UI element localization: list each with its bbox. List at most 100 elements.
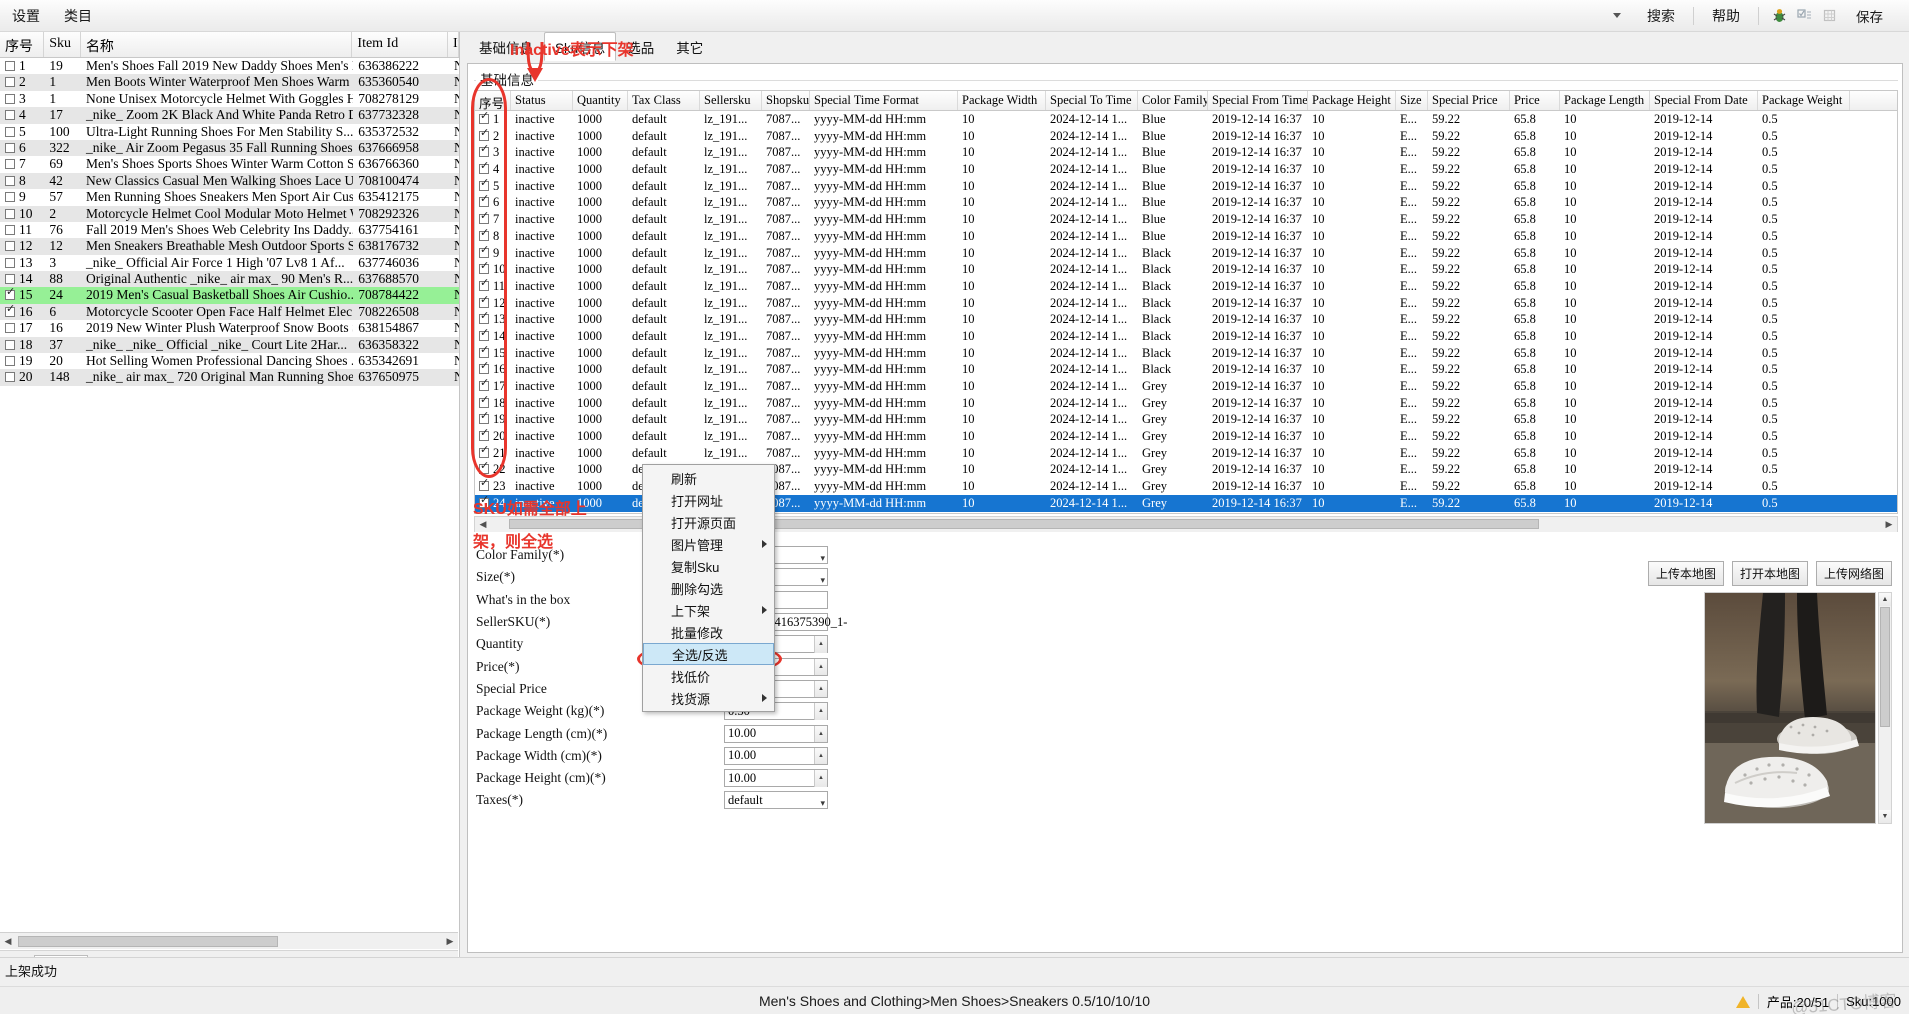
image-button-1[interactable]: 打开本地图: [1731, 561, 1808, 586]
spinner-up-icon[interactable]: ▲: [815, 659, 827, 676]
col-header-seq[interactable]: 序号: [0, 32, 45, 57]
sku-table-row[interactable]: 11 inactive 1000 default lz_191... 7087... yyy…: [475, 278, 1897, 295]
row-seq[interactable]: 16: [0, 304, 44, 320]
col-header-name[interactable]: 名称: [81, 32, 353, 57]
sku-col-header-3[interactable]: Tax Class: [628, 91, 700, 110]
sku-row-checkbox[interactable]: [479, 228, 489, 241]
row-checkbox[interactable]: [5, 224, 15, 235]
row-seq[interactable]: 5: [0, 124, 44, 140]
table-row[interactable]: 14 88 Original Authentic _nike_ air max_ 9…: [0, 271, 459, 288]
sku-table-body[interactable]: 1 inactive 1000 default lz_191... 7087... yyyy…: [475, 111, 1897, 512]
table-row[interactable]: 3 1 None Unisex Motorcycle Helmet With Gog…: [0, 91, 459, 107]
chevron-down-icon[interactable]: ▾: [820, 572, 825, 589]
sku-col-header-4[interactable]: Sellersku: [700, 91, 762, 110]
sku-table-row[interactable]: 9 inactive 1000 default lz_191... 7087... yyyy…: [475, 245, 1897, 262]
sku-table-row[interactable]: 15 inactive 1000 default lz_191... 7087... yyy…: [475, 345, 1897, 362]
row-checkbox[interactable]: [5, 192, 15, 203]
spinner-up-icon[interactable]: ▲: [815, 726, 827, 743]
sku-col-header-15[interactable]: Package Length: [1560, 91, 1650, 110]
sku-table-row[interactable]: 2 inactive 1000 default lz_191... 7087... yyyy…: [475, 128, 1897, 145]
sku-row-checkbox[interactable]: [479, 278, 489, 291]
sku-row-checkbox[interactable]: [479, 295, 489, 308]
sku-row-checkbox[interactable]: [479, 311, 489, 325]
image-button-0[interactable]: 上传本地图: [1647, 561, 1724, 586]
checkbox-list-icon[interactable]: [1794, 6, 1814, 26]
form-spinner-8[interactable]: 10.00 ▲▼: [724, 724, 828, 754]
context-menu-item-4[interactable]: 复制Sku: [643, 555, 774, 577]
table-row[interactable]: 6 322 _nike_ Air Zoom Pegasus 35 Fall Runn…: [0, 139, 459, 157]
sku-col-header-5[interactable]: Shopsku: [762, 91, 810, 110]
sku-col-header-10[interactable]: Special From Time: [1208, 91, 1308, 110]
scroll-right-arrow[interactable]: ▶: [442, 933, 458, 949]
spinner-up-icon[interactable]: ▲: [815, 681, 827, 698]
sku-table-row[interactable]: 12 inactive 1000 default lz_191... 7087... yyy…: [475, 295, 1897, 312]
context-menu-item-8[interactable]: 全选/反选: [643, 643, 774, 665]
row-seq[interactable]: 2: [0, 74, 44, 90]
row-checkbox[interactable]: [5, 304, 15, 317]
sku-table-row[interactable]: 6 inactive 1000 default lz_191... 7087... yyyy…: [475, 194, 1897, 211]
sku-row-checkbox[interactable]: [479, 111, 489, 124]
context-menu-item-5[interactable]: 删除勾选: [643, 577, 774, 599]
row-checkbox[interactable]: [5, 241, 15, 252]
table-row[interactable]: 8 42 New Classics Casual Men Walking Shoes…: [0, 172, 459, 190]
table-row[interactable]: 18 37 _nike_ _nike_ Official _nike_ Court …: [0, 336, 459, 354]
col-header-item-id[interactable]: Item Id: [352, 32, 449, 57]
image-scroll-thumb[interactable]: [1880, 607, 1890, 727]
row-checkbox[interactable]: [5, 257, 15, 268]
sku-row-checkbox[interactable]: [479, 378, 489, 391]
sku-table-row[interactable]: 7 inactive 1000 default lz_191... 7087... yyyy…: [475, 211, 1897, 228]
sku-row-checkbox[interactable]: [479, 445, 489, 458]
spinner-buttons-5[interactable]: ▲▼: [814, 658, 827, 687]
sku-col-header-6[interactable]: Special Time Format: [810, 91, 958, 110]
row-checkbox[interactable]: [5, 339, 15, 350]
sku-table-row[interactable]: 21 inactive 1000 default lz_191... 7087... yyy…: [475, 445, 1897, 462]
product-list-body[interactable]: 1 19 Men's Shoes Fall 2019 New Daddy Shoes…: [0, 58, 459, 918]
image-scroll-down-arrow[interactable]: ▼: [1879, 810, 1891, 823]
sku-table-row[interactable]: 8 inactive 1000 default lz_191... 7087... yyyy…: [475, 228, 1897, 245]
sku-table-row[interactable]: 19 inactive 1000 default lz_191... 7087... yyy…: [475, 411, 1897, 428]
image-vscrollbar[interactable]: ▲ ▼: [1878, 592, 1892, 824]
table-row[interactable]: 20 148 _nike_ air max_ 720 Original Man Ru…: [0, 369, 459, 386]
sku-table-row[interactable]: 1 inactive 1000 default lz_191... 7087... yyyy…: [475, 111, 1897, 128]
table-row[interactable]: 10 2 Motorcycle Helmet Cool Modular Moto H…: [0, 205, 459, 222]
scroll-left-arrow[interactable]: ◀: [0, 933, 16, 949]
table-row[interactable]: 9 57 Men Running Shoes Sneakers Men Sport …: [0, 189, 459, 205]
row-checkbox[interactable]: [5, 77, 15, 88]
product-list-hscrollbar[interactable]: ◀ ▶: [0, 932, 458, 949]
row-seq[interactable]: 7: [0, 156, 44, 172]
sku-scroll-right-arrow[interactable]: ▶: [1881, 516, 1897, 532]
table-row[interactable]: 12 12 Men Sneakers Breathable Mesh Outdoor…: [0, 238, 459, 255]
sku-table-row[interactable]: 18 inactive 1000 default lz_191... 7087... yyy…: [475, 395, 1897, 412]
context-menu-item-7[interactable]: 批量修改: [643, 621, 774, 643]
table-row[interactable]: 1 19 Men's Shoes Fall 2019 New Daddy Shoes…: [0, 58, 459, 74]
sku-table-row[interactable]: 14 inactive 1000 default lz_191... 7087... yyy…: [475, 328, 1897, 345]
sku-col-header-7[interactable]: Package Width: [958, 91, 1046, 110]
sku-row-checkbox[interactable]: [479, 478, 489, 492]
form-spinner-9[interactable]: 10.00 ▲▼: [724, 746, 828, 776]
sku-table-row[interactable]: 20 inactive 1000 default lz_191... 7087... yyy…: [475, 428, 1897, 445]
dropdown-caret-icon[interactable]: [1613, 13, 1621, 18]
row-seq[interactable]: 12: [0, 238, 44, 254]
row-seq[interactable]: 19: [0, 353, 44, 369]
grid-icon[interactable]: [1819, 6, 1839, 26]
menu-settings[interactable]: 设置: [0, 3, 52, 29]
table-row[interactable]: 13 3 _nike_ Official Air Force 1 High '07 …: [0, 255, 459, 271]
row-seq[interactable]: 6: [0, 140, 44, 156]
sku-col-header-12[interactable]: Size: [1396, 91, 1428, 110]
row-seq[interactable]: 20: [0, 369, 44, 385]
row-seq[interactable]: 18: [0, 337, 44, 353]
menu-search[interactable]: 搜索: [1635, 3, 1687, 29]
row-checkbox[interactable]: [5, 372, 15, 383]
product-image-preview[interactable]: [1704, 592, 1876, 824]
row-checkbox[interactable]: [5, 274, 15, 285]
context-menu-item-10[interactable]: 找货源: [643, 687, 774, 709]
row-checkbox[interactable]: [5, 356, 15, 367]
detail-tabs[interactable]: 基础信息 Sku信息 选品 其它: [461, 32, 1909, 61]
sku-col-header-2[interactable]: Quantity: [573, 91, 628, 110]
sku-table-row[interactable]: 5 inactive 1000 default lz_191... 7087... yyyy…: [475, 178, 1897, 195]
sku-row-checkbox[interactable]: [479, 178, 489, 191]
spinner-buttons-9[interactable]: ▲▼: [814, 747, 827, 776]
sku-col-header-14[interactable]: Price: [1510, 91, 1560, 110]
sku-row-checkbox[interactable]: [479, 395, 489, 408]
row-checkbox[interactable]: [5, 208, 15, 219]
